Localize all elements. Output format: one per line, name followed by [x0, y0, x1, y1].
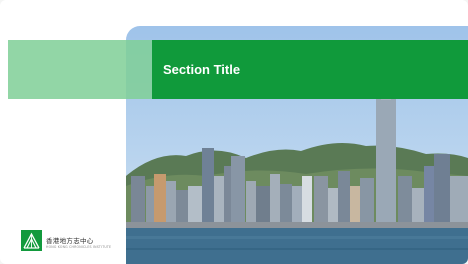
building	[231, 156, 245, 226]
institute-name-en: HONG KONG CHRONICLES INSTITUTE	[46, 245, 112, 249]
building	[188, 186, 202, 226]
building	[338, 171, 350, 226]
building	[176, 190, 188, 226]
building	[224, 166, 232, 226]
building	[302, 176, 312, 226]
building	[424, 166, 434, 226]
building	[131, 176, 145, 226]
slide: Section Title 香港地方志中心 HONG KONG CHRONICL…	[0, 0, 468, 264]
water-ripple	[126, 248, 468, 250]
tall-tower	[376, 98, 396, 226]
harbour-water	[126, 228, 468, 264]
building	[360, 178, 374, 226]
water-ripple	[126, 236, 468, 239]
building	[412, 188, 424, 226]
institute-name-cn: 香港地方志中心	[46, 237, 94, 245]
building	[450, 176, 468, 226]
building	[280, 184, 292, 226]
building	[214, 176, 224, 226]
building	[398, 176, 412, 226]
building	[314, 176, 328, 226]
building	[434, 154, 450, 226]
building	[350, 186, 360, 226]
building	[256, 186, 270, 226]
institute-logo-icon	[21, 230, 42, 251]
building	[246, 181, 256, 226]
waterfront	[126, 222, 468, 228]
building	[166, 181, 176, 226]
building	[270, 174, 280, 226]
accent-band	[8, 40, 152, 99]
building	[328, 188, 338, 226]
section-title: Section Title	[163, 62, 241, 77]
building	[292, 186, 302, 226]
building	[154, 174, 166, 226]
building	[202, 148, 214, 226]
